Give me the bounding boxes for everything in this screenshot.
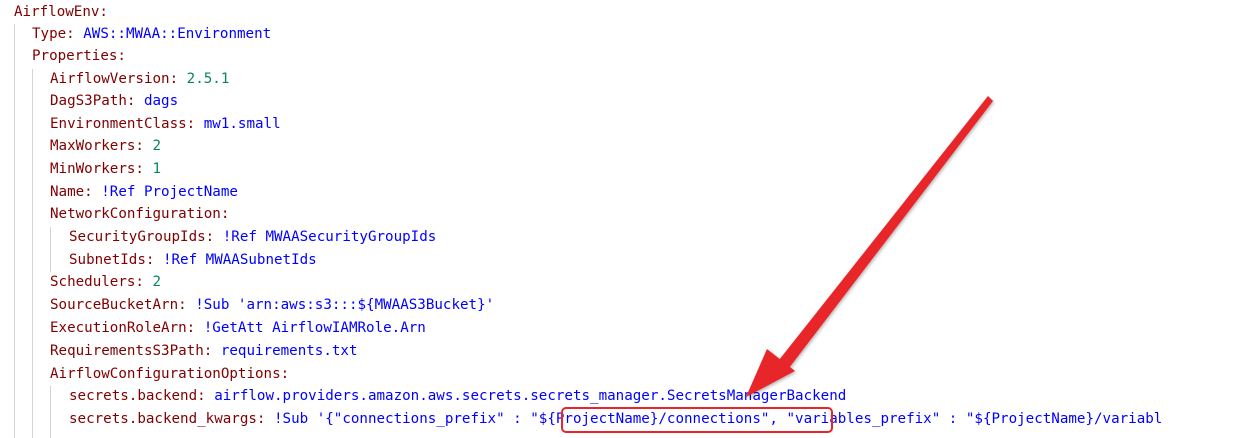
yaml-key: SubnetIds:	[69, 252, 155, 268]
yaml-key: AirflowEnv:	[14, 4, 108, 20]
yaml-key: RequirementsS3Path:	[50, 343, 213, 359]
code-line: ExecutionRoleArn: !GetAtt AirflowIAMRole…	[0, 317, 1251, 340]
yaml-key: AirflowVersion:	[50, 71, 179, 87]
indent-guide	[50, 227, 51, 272]
yaml-key: ExecutionRoleArn:	[50, 320, 196, 336]
code-line: RequirementsS3Path: requirements.txt	[0, 340, 1251, 363]
yaml-value: 2	[143, 274, 162, 290]
yaml-value: dags	[135, 93, 179, 109]
yaml-value: requirements.txt	[212, 343, 358, 359]
code-line: AirflowVersion: 2.5.1	[0, 68, 1251, 91]
code-line: Type: AWS::MWAA::Environment	[0, 23, 1251, 46]
code-line: MinWorkers: 1	[0, 158, 1251, 181]
yaml-value: !Ref MWAASecurityGroupIds	[214, 229, 437, 245]
highlight-annotation-box	[561, 407, 833, 433]
code-line: Name: !Ref ProjectName	[0, 181, 1251, 204]
yaml-key: EnvironmentClass:	[50, 116, 196, 132]
indent-guide	[14, 24, 15, 438]
yaml-key: SourceBucketArn:	[50, 297, 187, 313]
yaml-key: secrets.backend_kwargs:	[69, 411, 266, 427]
yaml-value: 2.5.1	[178, 71, 230, 87]
code-line: MaxWorkers: 2	[0, 135, 1251, 158]
yaml-value: 2	[143, 138, 162, 154]
code-line: NetworkConfiguration:	[0, 203, 1251, 226]
yaml-value: !Ref ProjectName	[92, 184, 238, 200]
yaml-key: AirflowConfigurationOptions:	[50, 366, 290, 382]
yaml-value: mw1.small	[195, 116, 281, 132]
code-line: secrets.backend: airflow.providers.amazo…	[0, 385, 1251, 408]
yaml-value: !Ref MWAASubnetIds	[154, 252, 317, 268]
code-line: Properties:	[0, 45, 1251, 68]
code-line: SourceBucketArn: !Sub 'arn:aws:s3:::${MW…	[0, 294, 1251, 317]
yaml-value: !Sub 'arn:aws:s3:::${MWAAS3Bucket}'	[186, 297, 495, 313]
yaml-value: AWS::MWAA::Environment	[74, 26, 272, 42]
yaml-key: NetworkConfiguration:	[50, 206, 230, 222]
yaml-key: Type:	[32, 26, 75, 42]
yaml-key: DagS3Path:	[50, 93, 136, 109]
code-line: AirflowEnv:	[0, 1, 1251, 24]
indent-guide	[50, 386, 51, 438]
yaml-key: MaxWorkers:	[50, 138, 144, 154]
code-line: Schedulers: 2	[0, 271, 1251, 294]
code-line: SecurityGroupIds: !Ref MWAASecurityGroup…	[0, 226, 1251, 249]
yaml-key: Name:	[50, 184, 93, 200]
yaml-key: MinWorkers:	[50, 161, 144, 177]
yaml-key: Schedulers:	[50, 274, 144, 290]
yaml-value: 1	[143, 161, 162, 177]
yaml-key: secrets.backend:	[69, 388, 206, 404]
code-line: EnvironmentClass: mw1.small	[0, 113, 1251, 136]
code-line: AirflowConfigurationOptions:	[0, 363, 1251, 386]
yaml-value: airflow.providers.amazon.aws.secrets.sec…	[205, 388, 847, 404]
yaml-key: Properties:	[32, 48, 126, 64]
code-editor[interactable]: AirflowEnv: Type: AWS::MWAA::Environment…	[0, 0, 1251, 438]
indent-guide	[32, 69, 33, 438]
code-line: SubnetIds: !Ref MWAASubnetIds	[0, 249, 1251, 272]
code-line: DagS3Path: dags	[0, 90, 1251, 113]
yaml-value: !GetAtt AirflowIAMRole.Arn	[195, 320, 426, 336]
yaml-key: SecurityGroupIds:	[69, 229, 215, 245]
